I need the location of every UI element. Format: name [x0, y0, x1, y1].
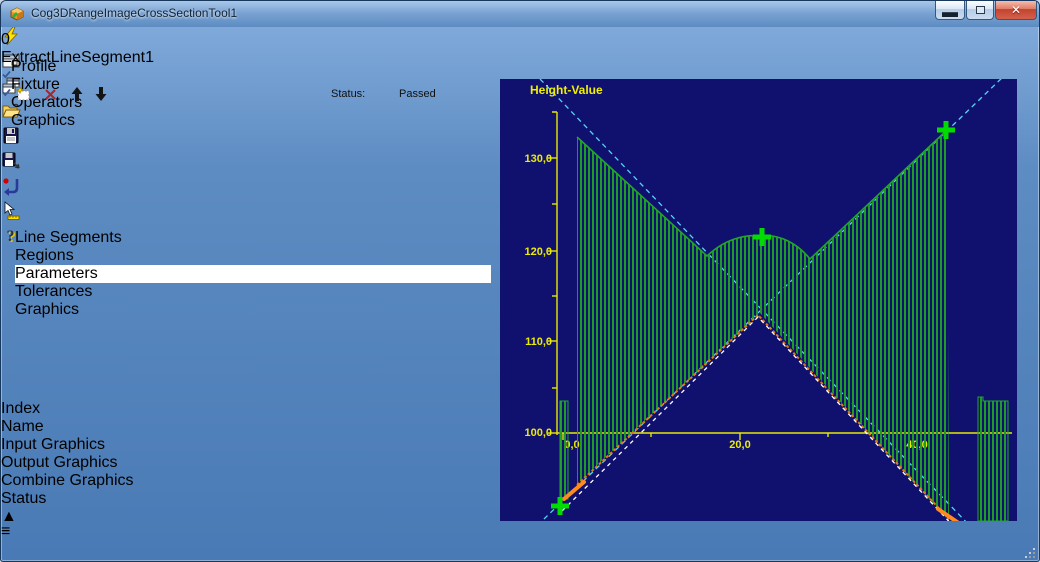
scroll-up-button[interactable]: ▲ — [1, 508, 17, 525]
profile-chart[interactable]: 130,0 120,0 110,0 100,0 0,0 20,0 40,0 — [500, 74, 1017, 545]
y-tick-label: 110,0 — [525, 336, 552, 348]
close-icon: ✕ — [1010, 3, 1022, 17]
tab-graphics[interactable]: Graphics — [11, 112, 491, 130]
new-operator-button[interactable] — [15, 86, 32, 108]
minimize-icon: ▬ — [942, 4, 958, 21]
close-button[interactable]: ✕ — [995, 1, 1037, 20]
x-tick-label: 20,0 — [729, 439, 750, 451]
main-tab-strip: Profile Fixture Operators Graphics — [11, 58, 491, 129]
y-tick-label: 120,0 — [524, 246, 552, 258]
app-icon — [9, 6, 25, 22]
col-header-combine-graphics[interactable]: Combine Graphics — [1, 472, 460, 490]
minimize-button[interactable]: ▬ — [935, 1, 965, 21]
operators-toolbar: Status: Passed — [13, 85, 489, 105]
svg-text:?: ? — [7, 228, 15, 245]
maximize-icon — [975, 6, 985, 14]
y-axis-title: Height-Value — [530, 83, 603, 97]
arrow-up-icon — [71, 87, 83, 101]
col-header-output-graphics[interactable]: Output Graphics — [1, 454, 460, 472]
maximize-button[interactable] — [966, 1, 994, 20]
status-value: Passed — [399, 88, 436, 100]
window-title: Cog3DRangeImageCrossSectionTool1 — [31, 6, 238, 20]
col-header-name[interactable]: Name — [1, 418, 460, 436]
grid-header-row: Index Name Input Graphics Output Graphic… — [1, 400, 460, 508]
delete-operator-button[interactable] — [43, 87, 58, 107]
col-header-index[interactable]: Index — [1, 400, 460, 418]
save-as-icon — [2, 152, 20, 169]
y-tick-label: 130,0 — [524, 153, 552, 165]
grid-vscroll-thumb[interactable]: ≡ — [1, 523, 14, 561]
move-up-button[interactable] — [69, 86, 85, 107]
new-operator-icon — [15, 86, 30, 101]
col-header-status[interactable]: Status — [1, 490, 460, 508]
status-label: Status: — [331, 88, 366, 100]
move-down-button[interactable] — [93, 86, 109, 107]
tab-profile[interactable]: Profile — [11, 58, 491, 76]
operator-tab-strip: Line Segments Regions Parameters Toleran… — [15, 229, 491, 318]
resize-grip[interactable] — [1025, 548, 1035, 558]
y-tick-label: 100,0 — [524, 427, 552, 439]
grid-vertical-scrollbar[interactable]: ▲ ≡ ▼ — [1, 508, 17, 561]
reset-arrow-icon — [3, 178, 19, 196]
col-header-input-graphics[interactable]: Input Graphics — [1, 436, 460, 454]
subtab-regions[interactable]: Regions — [15, 247, 491, 265]
delete-x-icon — [45, 89, 56, 100]
arrow-down-icon — [95, 87, 107, 101]
subtab-parameters[interactable]: Parameters — [15, 265, 491, 283]
titlebar[interactable]: Cog3DRangeImageCrossSectionTool1 ▬ ✕ — [1, 1, 1039, 27]
tool-window: Cog3DRangeImageCrossSectionTool1 ▬ ✕ ? ?… — [0, 0, 1040, 562]
subtab-line-segments[interactable]: Line Segments — [15, 229, 491, 247]
pointer-ruler-icon — [4, 201, 20, 220]
subtab-graphics[interactable]: Graphics — [15, 301, 491, 319]
subtab-tolerances[interactable]: Tolerances — [15, 283, 491, 301]
